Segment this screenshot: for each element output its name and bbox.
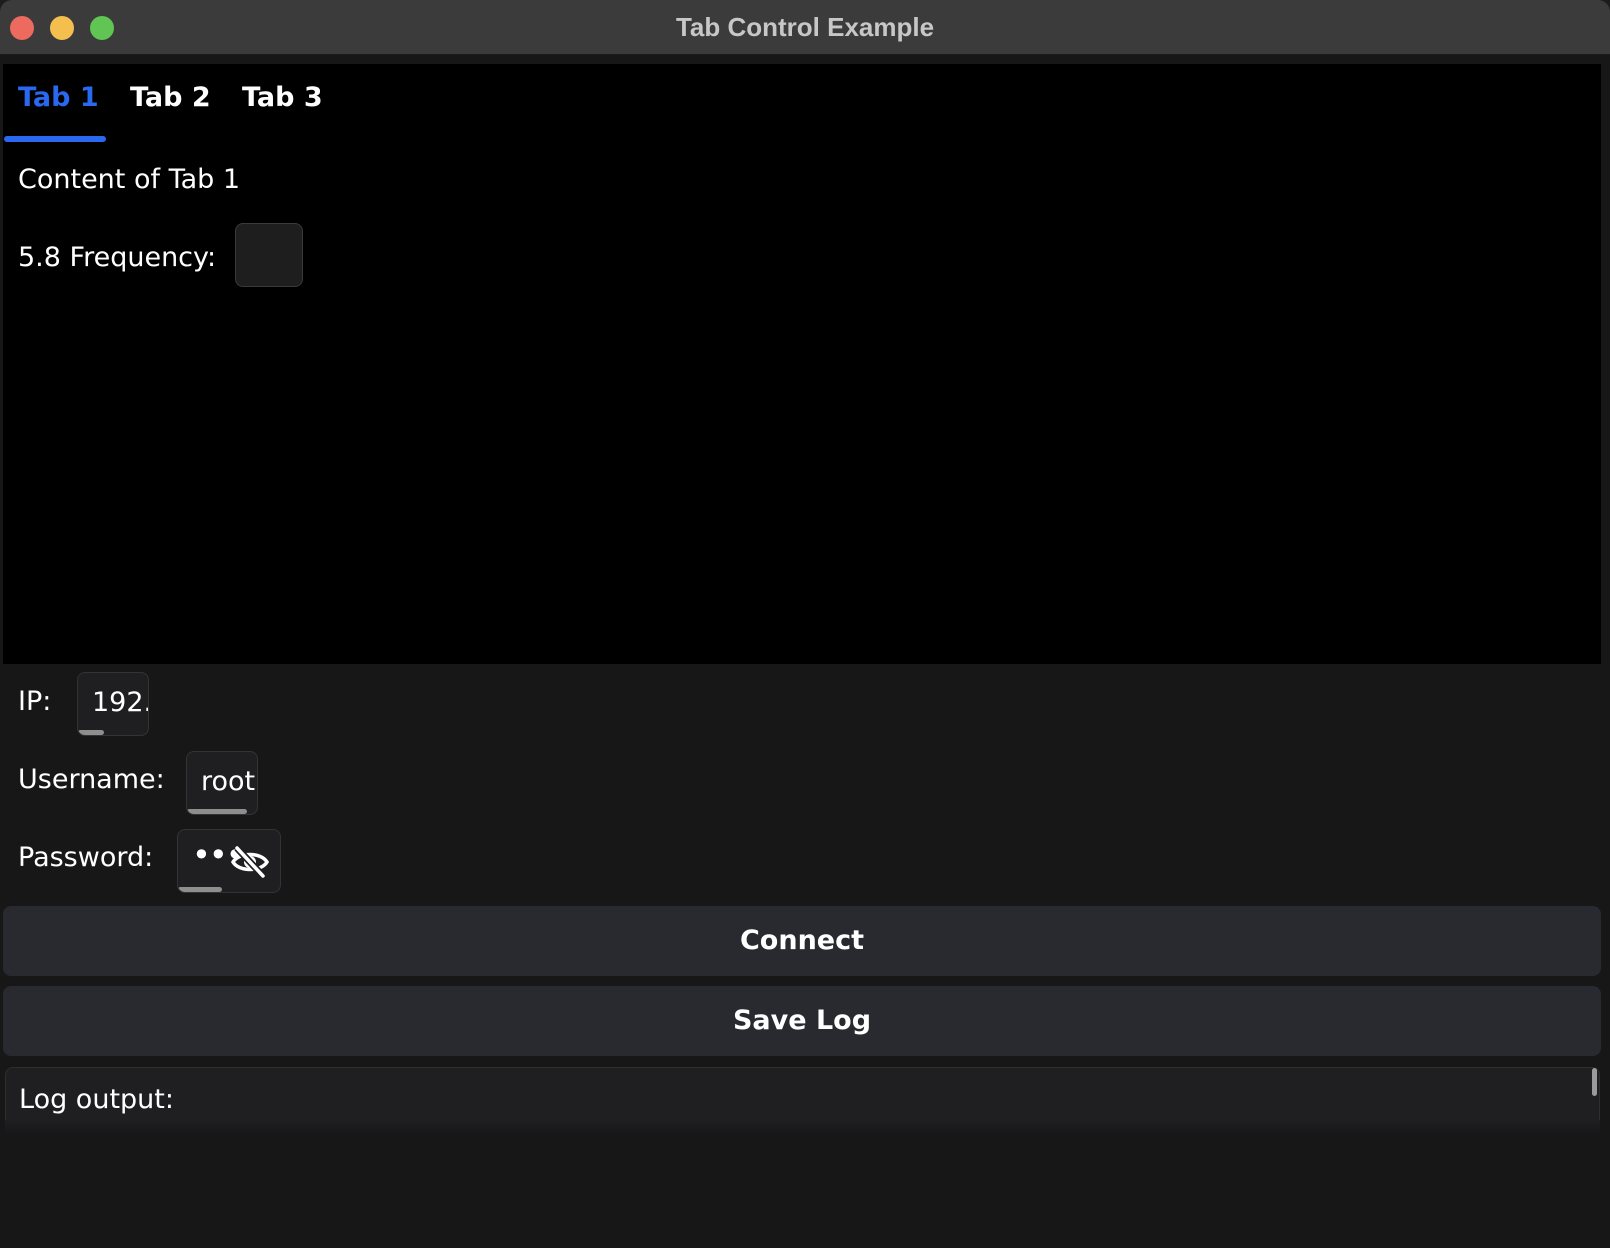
eye-slash-icon[interactable] <box>230 842 270 882</box>
active-tab-indicator <box>4 136 106 142</box>
tab-3[interactable]: Tab 3 <box>242 82 323 113</box>
title-bar: Tab Control Example <box>0 0 1610 55</box>
tab-panel: Tab 1 Tab 2 Tab 3 Content of Tab 1 5.8 F… <box>3 64 1601 664</box>
password-input-scroll-thumb[interactable] <box>178 887 222 892</box>
frequency-label: 5.8 Frequency: <box>18 242 217 273</box>
tab-1[interactable]: Tab 1 <box>18 82 99 113</box>
password-label: Password: <box>18 842 154 873</box>
username-label: Username: <box>18 764 165 795</box>
connect-button[interactable]: Connect <box>3 906 1601 976</box>
username-input[interactable]: root <box>186 751 258 815</box>
save-log-button[interactable]: Save Log <box>3 986 1601 1056</box>
log-output-label: Log output: <box>19 1084 174 1115</box>
password-input[interactable]: ••• <box>177 829 281 893</box>
username-input-value: root <box>201 766 256 797</box>
window-title: Tab Control Example <box>675 12 935 42</box>
ip-input[interactable]: 192. <box>77 672 149 736</box>
tab-content-text: Content of Tab 1 <box>18 164 241 195</box>
ip-input-scroll-thumb[interactable] <box>78 730 104 735</box>
ip-input-value: 192. <box>92 687 149 718</box>
tab-bar: Tab 1 Tab 2 Tab 3 <box>3 64 1601 144</box>
log-fade <box>5 1120 1600 1134</box>
ip-label: IP: <box>18 686 52 717</box>
app-window: Tab Control Example Tab 1 Tab 2 Tab 3 Co… <box>0 0 1610 1248</box>
tab-2[interactable]: Tab 2 <box>130 82 211 113</box>
username-input-scroll-thumb[interactable] <box>187 809 247 814</box>
log-scrollbar[interactable] <box>1592 1068 1597 1096</box>
frequency-checkbox[interactable] <box>235 223 303 287</box>
